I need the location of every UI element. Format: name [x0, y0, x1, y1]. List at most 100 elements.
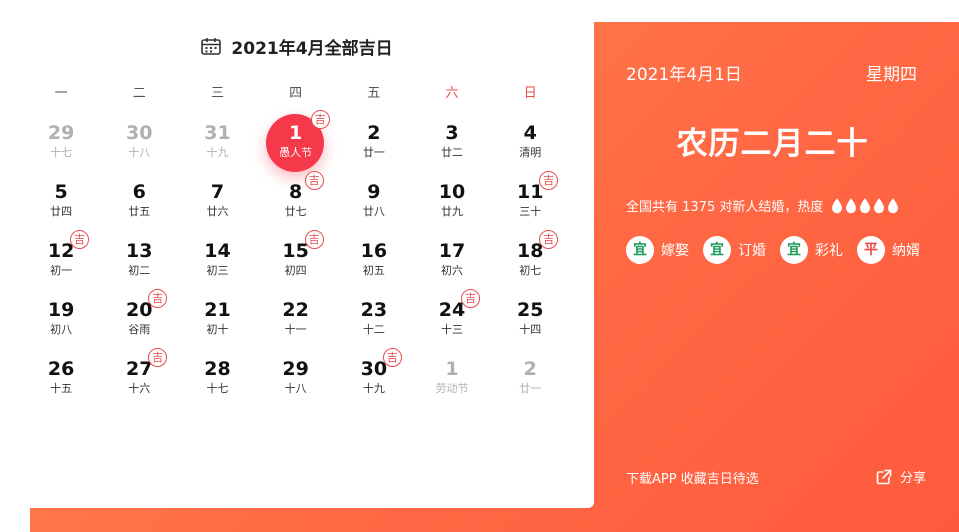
calendar-day[interactable]: 30 十八 [100, 118, 178, 177]
lunar-day-label: 初八 [50, 323, 73, 336]
calendar-day[interactable]: 29 十七 [22, 118, 100, 177]
calendar-day[interactable]: 31 十九 [178, 118, 256, 177]
activity-tag-label: 彩礼 [815, 243, 843, 259]
share-button[interactable]: 分享 [876, 467, 926, 486]
calendar-day[interactable]: 24 十三吉 [413, 289, 491, 354]
calendar-day[interactable]: 22 十一 [257, 295, 335, 354]
calendar-day[interactable]: 27 十六吉 [100, 348, 178, 413]
day-number: 16 [360, 240, 388, 262]
calendar-day[interactable]: 18 初七吉 [491, 230, 569, 295]
day-number: 2 [523, 358, 537, 380]
lunar-day-label: 十六 [128, 382, 151, 395]
calendar-week-row: 19 初八 20 谷雨吉 21 初十 22 十一 23 十二 24 十三吉 25 十四 [22, 289, 570, 354]
calendar-icon [201, 38, 222, 55]
calendar-day[interactable]: 11 三十吉 [491, 171, 569, 236]
lunar-day-label: 劳动节 [435, 382, 469, 395]
calendar-day[interactable]: 25 十四 [491, 295, 569, 354]
lunar-day-label: 初五 [362, 264, 385, 277]
day-number: 5 [54, 181, 68, 203]
lunar-day-label: 谷雨 [128, 323, 151, 336]
download-app-link[interactable]: 下载APP 收藏吉日待选 [626, 468, 759, 487]
wedding-stats: 全国共有 1375 对新人结婚，热度 [626, 196, 899, 215]
day-number: 29 [282, 358, 309, 380]
drop-icon [860, 197, 871, 213]
weekday-label: 六 [445, 86, 459, 101]
calendar-week-row: 26 十五 27 十六吉 28 十七 29 十八 30 十九吉 1 劳动节 2 廿一 [22, 348, 570, 413]
calendar-day[interactable]: 2 廿一 [491, 354, 569, 413]
calendar-day[interactable]: 4 清明 [491, 118, 569, 177]
lunar-day-label: 愚人节 [279, 146, 313, 159]
weekday-label: 二 [132, 86, 146, 101]
lunar-day-label: 初二 [128, 264, 151, 277]
day-number: 9 [367, 181, 381, 203]
calendar-title: 2021年4月全部吉日 [231, 38, 393, 59]
share-icon [876, 469, 892, 484]
day-number: 4 [523, 122, 537, 144]
day-number: 13 [126, 240, 153, 262]
calendar-day[interactable]: 21 初十 [178, 295, 256, 354]
day-number: 23 [360, 299, 388, 321]
lucky-day-badge: 吉 [539, 171, 559, 190]
calendar-day[interactable]: 7 廿六 [178, 177, 256, 236]
calendar-day[interactable]: 15 初四吉 [257, 230, 335, 295]
weekday-label: 一 [54, 86, 68, 101]
lucky-day-badge: 吉 [70, 230, 89, 249]
calendar-day[interactable]: 10 廿九 [413, 177, 491, 236]
lucky-day-badge: 吉 [460, 289, 480, 308]
day-number: 1 [445, 358, 459, 380]
day-number: 29 [47, 122, 75, 144]
lunar-day-label: 初七 [519, 264, 542, 277]
calendar-day-selected[interactable]: 1 愚人节吉 [257, 110, 335, 177]
calendar-day[interactable]: 3 廿二 [413, 118, 491, 177]
calendar-day[interactable]: 9 廿八 [335, 177, 413, 236]
calendar-day[interactable]: 29 十八 [257, 354, 335, 413]
calendar-day[interactable]: 6 廿五 [100, 177, 178, 236]
lunar-day-label: 初十 [206, 323, 229, 336]
lunar-day-label: 初三 [206, 264, 229, 277]
calendar-day[interactable]: 23 十二 [335, 295, 413, 354]
lucky-day-badge: 吉 [382, 348, 402, 367]
selected-date: 2021年4月1日 [626, 65, 742, 85]
weekday-label: 三 [210, 86, 224, 101]
day-number: 2 [367, 122, 381, 144]
lunar-day-label: 初一 [50, 264, 73, 277]
calendar-day[interactable]: 8 廿七吉 [257, 171, 335, 236]
lunar-day-label: 廿一 [362, 146, 385, 159]
drop-icon [874, 197, 885, 213]
lunar-day-label: 十二 [362, 323, 385, 336]
lunar-day-label: 廿五 [128, 205, 151, 218]
day-number: 10 [438, 181, 466, 203]
activity-tag: 宜嫁娶 [626, 236, 689, 264]
calendar-day[interactable]: 1 劳动节 [413, 354, 491, 413]
activity-tag-label: 订婚 [738, 243, 766, 259]
lucky-day-badge: 吉 [304, 171, 324, 190]
calendar-day[interactable]: 12 初一吉 [22, 230, 100, 295]
lunar-day-label: 三十 [519, 205, 542, 218]
calendar-day[interactable]: 2 廿一 [335, 118, 413, 177]
calendar-day[interactable]: 26 十五 [22, 354, 100, 413]
calendar-day[interactable]: 30 十九吉 [335, 348, 413, 413]
day-number: 17 [438, 240, 466, 262]
calendar-day[interactable]: 13 初二 [100, 236, 178, 295]
activity-tag: 宜订婚 [703, 236, 766, 264]
calendar-week-row: 12 初一吉 13 初二 14 初三 15 初四吉 16 初五 17 初六 18 初七吉 [22, 230, 570, 295]
calendar-day[interactable]: 17 初六 [413, 236, 491, 295]
activity-tag: 平纳婿 [857, 236, 920, 264]
day-number: 3 [445, 122, 459, 144]
lunar-date: 农历二月二十 [676, 126, 869, 162]
lunar-day-label: 廿二 [441, 146, 464, 159]
lunar-day-label: 廿九 [441, 205, 464, 218]
calendar-day[interactable]: 5 廿四 [22, 177, 100, 236]
weekday-label: 日 [523, 86, 537, 101]
drop-icon [846, 197, 857, 213]
calendar-day[interactable]: 16 初五 [335, 236, 413, 295]
calendar-day[interactable]: 19 初八 [22, 295, 100, 354]
weekday-label: 五 [367, 86, 381, 101]
lunar-day-label: 十三 [441, 323, 464, 336]
activity-tag: 宜彩礼 [780, 236, 843, 264]
calendar-day[interactable]: 14 初三 [178, 236, 256, 295]
calendar-day[interactable]: 28 十七 [178, 354, 256, 413]
day-number: 25 [516, 299, 544, 321]
calendar-day[interactable]: 20 谷雨吉 [100, 289, 178, 354]
share-label: 分享 [900, 471, 927, 486]
